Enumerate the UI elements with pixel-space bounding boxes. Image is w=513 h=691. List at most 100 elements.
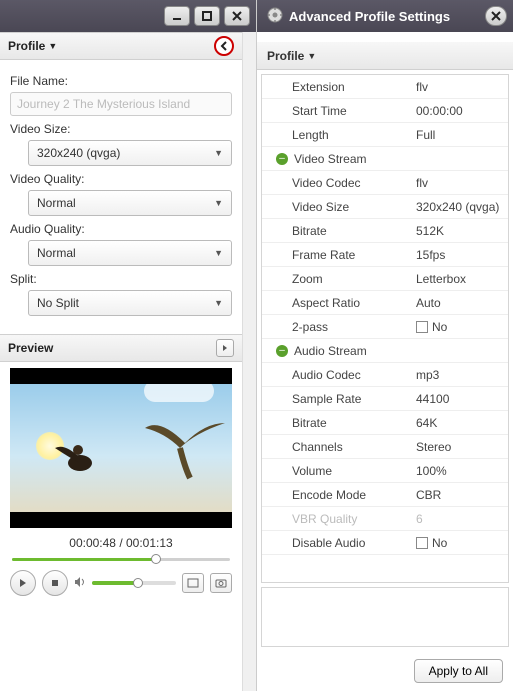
chevron-down-icon: ▼ xyxy=(48,41,57,51)
settings-key: Bitrate xyxy=(262,416,412,430)
collapse-icon: – xyxy=(276,153,288,165)
chevron-down-icon: ▼ xyxy=(214,298,223,308)
settings-key: Length xyxy=(262,128,412,142)
split-dropdown[interactable]: No Split▼ xyxy=(28,290,232,316)
play-button[interactable] xyxy=(10,570,36,596)
settings-value[interactable]: Stereo xyxy=(412,440,508,454)
description-box xyxy=(261,587,509,647)
chevron-down-icon: ▼ xyxy=(307,51,316,61)
settings-key: Frame Rate xyxy=(262,248,412,262)
seek-slider[interactable] xyxy=(12,554,230,564)
settings-value[interactable]: flv xyxy=(412,176,508,190)
preview-expand-button[interactable] xyxy=(216,339,234,357)
settings-row[interactable]: Bitrate512K xyxy=(262,219,508,243)
settings-key: Bitrate xyxy=(262,224,412,238)
chevron-down-icon: ▼ xyxy=(214,148,223,158)
settings-value[interactable]: 15fps xyxy=(412,248,508,262)
settings-row[interactable]: Start Time00:00:00 xyxy=(262,99,508,123)
settings-value[interactable]: 64K xyxy=(412,416,508,430)
settings-key: Aspect Ratio xyxy=(262,296,412,310)
settings-row[interactable]: Volume100% xyxy=(262,459,508,483)
video-size-dropdown[interactable]: 320x240 (qvga)▼ xyxy=(28,140,232,166)
preview-header-label: Preview xyxy=(8,341,53,355)
settings-row[interactable]: Aspect RatioAuto xyxy=(262,291,508,315)
video-size-label: Video Size: xyxy=(10,122,232,136)
minimize-button[interactable] xyxy=(164,6,190,26)
settings-value[interactable]: Auto xyxy=(412,296,508,310)
right-profile-header[interactable]: Profile▼ xyxy=(257,42,513,70)
settings-row[interactable]: Audio Codecmp3 xyxy=(262,363,508,387)
settings-row[interactable]: Extensionflv xyxy=(262,75,508,99)
settings-value[interactable]: No xyxy=(412,320,508,334)
settings-value[interactable]: No xyxy=(412,536,508,550)
settings-row[interactable]: VBR Quality6 xyxy=(262,507,508,531)
chevron-down-icon: ▼ xyxy=(214,248,223,258)
settings-value[interactable]: Letterbox xyxy=(412,272,508,286)
profile-header-label: Profile xyxy=(8,39,45,53)
settings-value[interactable]: 00:00:00 xyxy=(412,104,508,118)
settings-row[interactable]: 2-pass No xyxy=(262,315,508,339)
volume-slider[interactable] xyxy=(92,581,176,585)
settings-value[interactable]: flv xyxy=(412,80,508,94)
checkbox[interactable] xyxy=(416,537,428,549)
settings-group-header[interactable]: –Audio Stream xyxy=(262,339,508,363)
settings-value[interactable]: 320x240 (qvga) xyxy=(412,200,508,214)
settings-value[interactable]: 44100 xyxy=(412,392,508,406)
apply-to-all-button[interactable]: Apply to All xyxy=(414,659,503,683)
settings-key: Video Size xyxy=(262,200,412,214)
profile-form: File Name: Video Size: 320x240 (qvga)▼ V… xyxy=(0,60,242,324)
settings-value[interactable]: 512K xyxy=(412,224,508,238)
group-label: Video Stream xyxy=(294,152,367,166)
left-scrollbar[interactable] xyxy=(242,32,256,691)
settings-key: Sample Rate xyxy=(262,392,412,406)
close-window-button[interactable] xyxy=(224,6,250,26)
maximize-button[interactable] xyxy=(194,6,220,26)
settings-row[interactable]: Sample Rate44100 xyxy=(262,387,508,411)
snapshot-button[interactable] xyxy=(210,573,232,593)
settings-row[interactable]: LengthFull xyxy=(262,123,508,147)
settings-row[interactable]: ChannelsStereo xyxy=(262,435,508,459)
file-name-label: File Name: xyxy=(10,74,232,88)
settings-row[interactable]: Bitrate64K xyxy=(262,411,508,435)
settings-value[interactable]: 100% xyxy=(412,464,508,478)
volume-icon[interactable] xyxy=(74,576,88,591)
settings-row[interactable]: ZoomLetterbox xyxy=(262,267,508,291)
settings-key: Extension xyxy=(262,80,412,94)
file-name-field[interactable] xyxy=(10,92,232,116)
profile-section-header[interactable]: Profile▼ xyxy=(0,32,242,60)
close-panel-button[interactable] xyxy=(485,6,507,26)
settings-table: ExtensionflvStart Time00:00:00LengthFull… xyxy=(261,74,509,583)
settings-value[interactable]: 6 xyxy=(412,512,508,526)
settings-row[interactable]: Video Size320x240 (qvga) xyxy=(262,195,508,219)
chevron-down-icon: ▼ xyxy=(214,198,223,208)
right-window-titlebar: Advanced Profile Settings xyxy=(257,0,513,32)
timecode-display: 00:00:48 / 00:01:13 xyxy=(0,536,242,550)
video-quality-dropdown[interactable]: Normal▼ xyxy=(28,190,232,216)
settings-value[interactable]: CBR xyxy=(412,488,508,502)
settings-key: 2-pass xyxy=(262,320,412,334)
settings-value[interactable]: mp3 xyxy=(412,368,508,382)
audio-quality-dropdown[interactable]: Normal▼ xyxy=(28,240,232,266)
settings-key: Disable Audio xyxy=(262,536,412,550)
settings-row[interactable]: Frame Rate15fps xyxy=(262,243,508,267)
settings-row[interactable]: Encode ModeCBR xyxy=(262,483,508,507)
collapse-profile-button[interactable] xyxy=(214,36,234,56)
settings-group-header[interactable]: –Video Stream xyxy=(262,147,508,171)
settings-row[interactable]: Disable Audio No xyxy=(262,531,508,555)
fullscreen-button[interactable] xyxy=(182,573,204,593)
settings-key: Zoom xyxy=(262,272,412,286)
settings-key: Video Codec xyxy=(262,176,412,190)
settings-value[interactable]: Full xyxy=(412,128,508,142)
preview-video-area[interactable] xyxy=(10,368,232,528)
stop-button[interactable] xyxy=(42,570,68,596)
settings-key: Channels xyxy=(262,440,412,454)
settings-key: VBR Quality xyxy=(262,512,412,526)
split-label: Split: xyxy=(10,272,232,286)
settings-row[interactable]: Video Codecflv xyxy=(262,171,508,195)
settings-key: Audio Codec xyxy=(262,368,412,382)
preview-section-header: Preview xyxy=(0,334,242,362)
right-pane-title: Advanced Profile Settings xyxy=(289,9,450,24)
checkbox[interactable] xyxy=(416,321,428,333)
audio-quality-label: Audio Quality: xyxy=(10,222,232,236)
settings-key: Start Time xyxy=(262,104,412,118)
